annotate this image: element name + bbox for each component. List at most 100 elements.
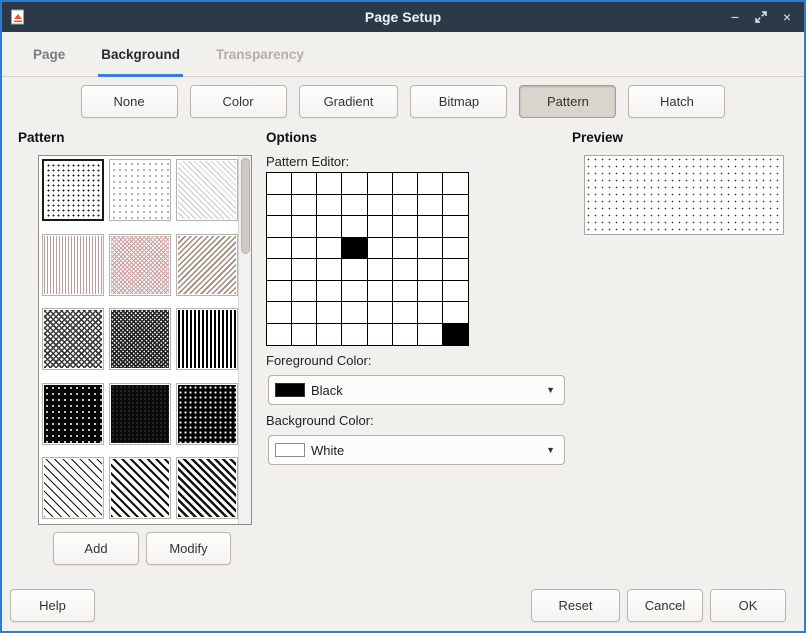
editor-cell-r7c5[interactable] <box>393 324 418 346</box>
pattern-swatch-light-diagonal[interactable] <box>176 159 238 221</box>
editor-cell-r5c3[interactable] <box>342 281 367 303</box>
fill-type-hatch-button[interactable]: Hatch <box>628 85 725 118</box>
pattern-swatch-diagonal-lines[interactable] <box>176 234 238 296</box>
editor-cell-r4c0[interactable] <box>267 259 292 281</box>
help-button[interactable]: Help <box>10 589 95 622</box>
editor-cell-r1c4[interactable] <box>368 195 393 217</box>
editor-cell-r3c5[interactable] <box>393 238 418 260</box>
editor-cell-r7c3[interactable] <box>342 324 367 346</box>
editor-cell-r1c0[interactable] <box>267 195 292 217</box>
modify-button[interactable]: Modify <box>146 532 231 565</box>
editor-cell-r1c5[interactable] <box>393 195 418 217</box>
editor-cell-r7c7[interactable] <box>443 324 468 346</box>
fill-type-color-button[interactable]: Color <box>190 85 287 118</box>
fill-type-bitmap-button[interactable]: Bitmap <box>410 85 507 118</box>
editor-cell-r0c3[interactable] <box>342 173 367 195</box>
editor-cell-r7c1[interactable] <box>292 324 317 346</box>
editor-cell-r1c7[interactable] <box>443 195 468 217</box>
titlebar[interactable]: Page Setup − × <box>2 2 804 32</box>
editor-cell-r5c1[interactable] <box>292 281 317 303</box>
editor-cell-r7c2[interactable] <box>317 324 342 346</box>
pattern-swatch-dark-cross[interactable] <box>42 308 104 370</box>
editor-cell-r5c2[interactable] <box>317 281 342 303</box>
editor-cell-r4c6[interactable] <box>418 259 443 281</box>
pattern-swatch-thin-diagonal[interactable] <box>42 457 104 519</box>
editor-cell-r5c0[interactable] <box>267 281 292 303</box>
editor-cell-r0c4[interactable] <box>368 173 393 195</box>
editor-cell-r2c6[interactable] <box>418 216 443 238</box>
editor-cell-r2c1[interactable] <box>292 216 317 238</box>
editor-cell-r7c6[interactable] <box>418 324 443 346</box>
editor-cell-r3c1[interactable] <box>292 238 317 260</box>
pattern-swatch-black-sparse-dots[interactable] <box>42 383 104 445</box>
reset-button[interactable]: Reset <box>531 589 620 622</box>
editor-cell-r6c1[interactable] <box>292 302 317 324</box>
foreground-color-dropdown[interactable]: Black ▼ <box>268 375 565 405</box>
editor-cell-r4c1[interactable] <box>292 259 317 281</box>
pattern-list-scrollbar[interactable] <box>238 156 251 524</box>
editor-cell-r5c7[interactable] <box>443 281 468 303</box>
pattern-swatch-vertical-lines[interactable] <box>42 234 104 296</box>
editor-cell-r1c6[interactable] <box>418 195 443 217</box>
pattern-swatch-sparse-dots[interactable] <box>109 159 171 221</box>
editor-cell-r7c0[interactable] <box>267 324 292 346</box>
pattern-swatch-dense-diagonal[interactable] <box>176 457 238 519</box>
editor-cell-r5c6[interactable] <box>418 281 443 303</box>
editor-cell-r2c7[interactable] <box>443 216 468 238</box>
editor-cell-r0c1[interactable] <box>292 173 317 195</box>
pattern-swatch-cross-hatch[interactable] <box>109 234 171 296</box>
pattern-swatch-medium-diagonal[interactable] <box>109 457 171 519</box>
editor-cell-r1c2[interactable] <box>317 195 342 217</box>
editor-cell-r4c3[interactable] <box>342 259 367 281</box>
editor-cell-r6c3[interactable] <box>342 302 367 324</box>
editor-cell-r6c2[interactable] <box>317 302 342 324</box>
editor-cell-r2c4[interactable] <box>368 216 393 238</box>
editor-cell-r6c0[interactable] <box>267 302 292 324</box>
editor-cell-r0c5[interactable] <box>393 173 418 195</box>
editor-cell-r6c5[interactable] <box>393 302 418 324</box>
editor-cell-r1c3[interactable] <box>342 195 367 217</box>
editor-cell-r7c4[interactable] <box>368 324 393 346</box>
pattern-swatch-vertical-dense[interactable] <box>176 308 238 370</box>
editor-cell-r6c4[interactable] <box>368 302 393 324</box>
editor-cell-r2c2[interactable] <box>317 216 342 238</box>
editor-cell-r2c5[interactable] <box>393 216 418 238</box>
background-color-dropdown[interactable]: White ▼ <box>268 435 565 465</box>
editor-cell-r3c2[interactable] <box>317 238 342 260</box>
pattern-swatch-black-dots[interactable] <box>176 383 238 445</box>
close-button[interactable]: × <box>776 6 798 28</box>
editor-cell-r0c7[interactable] <box>443 173 468 195</box>
restore-button[interactable] <box>750 6 772 28</box>
tab-page[interactable]: Page <box>30 32 68 77</box>
editor-cell-r3c6[interactable] <box>418 238 443 260</box>
ok-button[interactable]: OK <box>710 589 786 622</box>
editor-cell-r5c5[interactable] <box>393 281 418 303</box>
editor-cell-r2c3[interactable] <box>342 216 367 238</box>
pattern-swatch-dense-cross[interactable] <box>109 308 171 370</box>
editor-cell-r3c7[interactable] <box>443 238 468 260</box>
editor-cell-r3c0[interactable] <box>267 238 292 260</box>
editor-cell-r6c6[interactable] <box>418 302 443 324</box>
editor-cell-r4c5[interactable] <box>393 259 418 281</box>
editor-cell-r5c4[interactable] <box>368 281 393 303</box>
editor-cell-r4c7[interactable] <box>443 259 468 281</box>
fill-type-gradient-button[interactable]: Gradient <box>299 85 399 118</box>
scrollbar-thumb[interactable] <box>241 158 250 254</box>
fill-type-pattern-button[interactable]: Pattern <box>519 85 616 118</box>
editor-cell-r3c4[interactable] <box>368 238 393 260</box>
editor-cell-r0c0[interactable] <box>267 173 292 195</box>
pattern-swatch-black-dense[interactable] <box>109 383 171 445</box>
editor-cell-r6c7[interactable] <box>443 302 468 324</box>
pattern-swatch-fine-dots[interactable] <box>42 159 104 221</box>
fill-type-none-button[interactable]: None <box>81 85 178 118</box>
editor-cell-r3c3[interactable] <box>342 238 367 260</box>
editor-cell-r0c2[interactable] <box>317 173 342 195</box>
minimize-button[interactable]: − <box>724 6 746 28</box>
editor-cell-r4c2[interactable] <box>317 259 342 281</box>
add-button[interactable]: Add <box>53 532 139 565</box>
tab-background[interactable]: Background <box>98 32 183 77</box>
cancel-button[interactable]: Cancel <box>627 589 703 622</box>
editor-cell-r1c1[interactable] <box>292 195 317 217</box>
editor-cell-r4c4[interactable] <box>368 259 393 281</box>
editor-cell-r2c0[interactable] <box>267 216 292 238</box>
